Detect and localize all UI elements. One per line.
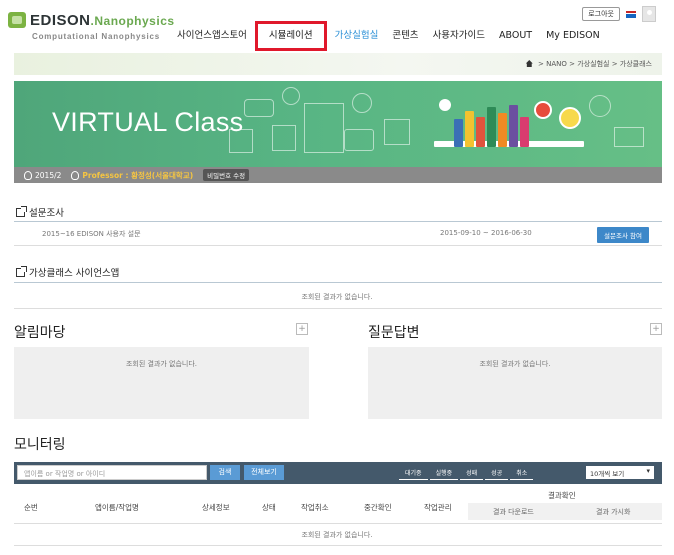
survey-participate-button[interactable]: 설문조사 참여 [597,227,649,243]
book-icon [509,105,518,147]
bulb-icon [71,170,80,180]
logo-title: EDISON.Nanophysics [30,12,175,29]
breadcrumb-sep-icon: > [538,60,544,68]
notice-list: 조회된 결과가 없습니다. [14,347,309,419]
alarm-clock-icon [534,101,552,119]
column-header-app-name[interactable]: 앱이름/작업명 [95,502,139,513]
monitoring-search-input[interactable]: 앱이름 or 작업명 or 아이디 [17,465,207,480]
doodle-icon [244,99,274,117]
notice-more-button[interactable]: + [296,323,308,335]
status-tab-result[interactable]: 성패 [460,467,484,480]
status-tab-success[interactable]: 성공 [485,467,509,480]
professor-label: Professor : 황정성(서울대학교) [71,170,193,181]
status-tab-waiting[interactable]: 대기중 [399,467,428,480]
monitoring-view-all-button[interactable]: 전체보기 [244,465,284,480]
monitoring-empty-text: 조회된 결과가 없습니다. [301,531,373,539]
doodle-icon [589,95,611,117]
nav-virtual-lab[interactable]: 가상실험실 [328,28,386,44]
status-tab-running[interactable]: 실행중 [429,467,459,480]
column-header-result-group: 결과확인 [548,491,576,500]
divider [14,221,662,222]
divider [14,245,662,246]
book-icon [520,117,529,147]
column-header-status[interactable]: 상태 [262,502,276,513]
divider [14,282,662,283]
change-password-button[interactable]: 비밀번호 수정 [203,169,250,181]
doodle-icon [614,127,644,147]
book-icon [465,111,474,147]
monitoring-search-button[interactable]: 검색 [210,465,240,480]
nav-my-edison[interactable]: My EDISON [539,28,607,44]
page-size-select[interactable]: 10개씩 보기 [586,466,654,479]
logout-button[interactable]: 로그아웃 [582,7,620,21]
calculator-doodle-icon [344,129,374,151]
nav-simulation[interactable]: 시뮬레이션 [254,21,327,51]
breadcrumb-sep-icon: > [611,60,618,68]
top-utility-bar: 로그아웃 [582,6,656,22]
column-header-result-visualize[interactable]: 결과 가시화 [596,507,630,517]
nav-contents[interactable]: 콘텐츠 [385,28,425,44]
doodle-icon [384,119,410,145]
science-apps-empty-text: 조회된 결과가 없습니다. [301,293,373,301]
status-tab-cancel[interactable]: 취소 [510,467,534,480]
breadcrumb-item[interactable]: NANO [546,60,567,68]
target-icon [559,107,581,129]
edison-logo-icon [8,12,26,28]
column-header-index[interactable]: 순번 [24,502,38,513]
book-icon [454,119,463,147]
column-header-cancel-job[interactable]: 작업취소 [301,502,329,513]
qna-more-button[interactable]: + [650,323,662,335]
breadcrumb-sep-icon: > [569,60,576,68]
column-header-job-manage[interactable]: 작업관리 [424,502,452,513]
class-info-bar: 2015/2 Professor : 황정성(서울대학교) 비밀번호 수정 [14,167,662,183]
monitoring-toolbar: 앱이름 or 작업명 or 아이디 검색 전체보기 대기중 실행중 성패 성공 … [14,462,662,484]
home-icon[interactable] [525,60,533,67]
logo-subtitle: Computational Nanophysics [32,32,161,41]
globe-icon [439,99,451,111]
nav-science-app-store[interactable]: 사이언스앱스토어 [170,28,254,44]
chart-doodle-icon [272,125,296,151]
bulb-icon [24,170,32,180]
site-logo[interactable]: EDISON.Nanophysics Computational Nanophy… [8,10,174,44]
book-icon [487,107,496,147]
survey-section-title: 설문조사 [16,205,64,219]
qna-list: 조회된 결과가 없습니다. [368,347,662,419]
notice-title: 알림마당 [14,325,66,341]
breadcrumb: > NANO > 가상실험실 > 가상클래스 [525,59,652,69]
breadcrumb-item[interactable]: 가상클래스 [620,60,652,68]
building-doodle-icon [304,103,344,153]
nav-user-guide[interactable]: 사용자가이드 [426,28,492,44]
pie-doodle-icon [352,93,372,113]
banner-title: VIRTUAL Class [52,107,244,137]
survey-item-period: 2015-09-10 ~ 2016-06-30 [440,229,532,237]
notice-empty-text: 조회된 결과가 없습니다. [125,360,198,368]
external-link-icon [16,266,27,277]
virtual-class-banner: VIRTUAL Class [14,81,662,167]
breadcrumb-item[interactable]: 가상실험실 [577,60,609,68]
science-apps-section-title: 가상클래스 사이언스앱 [16,265,119,279]
divider [14,308,662,309]
main-nav: 사이언스앱스토어 시뮬레이션 가상실험실 콘텐츠 사용자가이드 ABOUT My… [170,21,607,51]
qna-empty-text: 조회된 결과가 없습니다. [479,360,551,368]
divider [14,523,662,524]
column-header-interim-check[interactable]: 중간확인 [364,502,392,513]
external-link-icon [16,206,27,217]
breadcrumb-bar: > NANO > 가상실험실 > 가상클래스 [14,53,662,75]
status-filter-tabs: 대기중 실행중 성패 성공 취소 [399,467,534,480]
monitoring-title: 모니터링 [14,437,66,453]
qna-title: 질문답변 [368,325,420,341]
book-icon [476,117,485,147]
survey-item-name[interactable]: 2015~16 EDISON 사용자 설문 [42,229,141,239]
doodle-icon [282,87,300,105]
user-avatar-icon[interactable] [642,6,656,22]
divider [14,545,662,546]
book-icon [498,113,507,147]
semester-label: 2015/2 [24,170,61,180]
column-header-details[interactable]: 상세정보 [202,502,230,513]
us-flag-icon[interactable] [626,10,636,18]
column-header-result-download[interactable]: 결과 다운로드 [493,507,534,517]
nav-about[interactable]: ABOUT [492,28,539,44]
